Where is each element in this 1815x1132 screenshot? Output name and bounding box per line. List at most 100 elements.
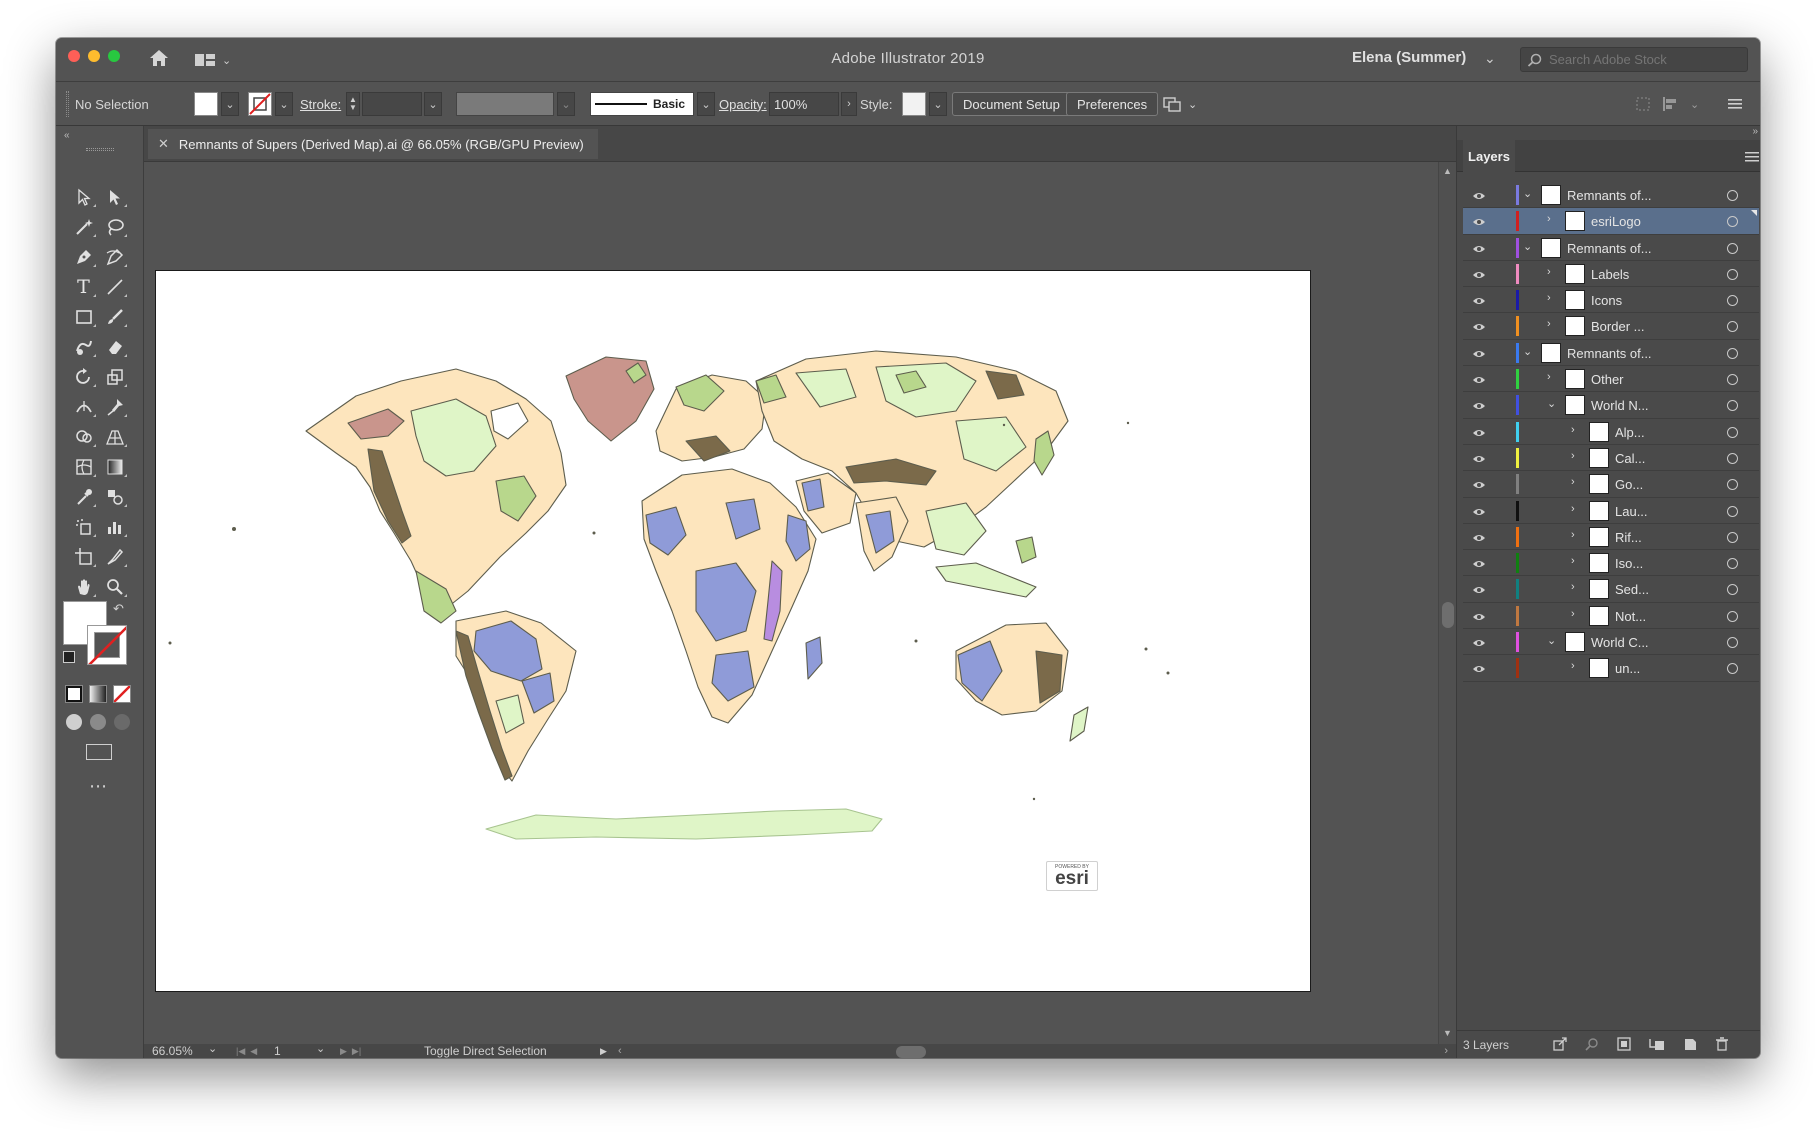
draw-normal-icon[interactable] <box>66 714 82 730</box>
panel-menu-icon[interactable] <box>1745 150 1759 168</box>
target-circle-icon[interactable] <box>1727 663 1738 675</box>
rectangle-tool-icon[interactable] <box>68 302 99 332</box>
target-circle-icon[interactable] <box>1727 268 1738 280</box>
scroll-left-icon[interactable]: ‹ <box>618 1044 622 1058</box>
chevron-down-icon[interactable]: ⌄ <box>316 1042 325 1055</box>
vertical-scrollbar[interactable]: ▲ ▼ <box>1438 162 1456 1044</box>
opacity-input[interactable]: 100% <box>769 92 839 116</box>
layer-name[interactable]: Remnants of... <box>1567 188 1652 203</box>
layer-name[interactable]: Rif... <box>1615 530 1642 545</box>
target-circle-icon[interactable] <box>1727 505 1738 517</box>
chevron-right-icon[interactable]: › <box>841 92 857 116</box>
visibility-eye-icon[interactable] <box>1472 268 1486 283</box>
chevron-down-icon[interactable]: ⌄ <box>221 92 239 116</box>
layer-row[interactable]: › Labels <box>1463 261 1759 288</box>
target-circle-icon[interactable] <box>1727 242 1738 254</box>
visibility-eye-icon[interactable] <box>1472 215 1486 230</box>
target-circle-icon[interactable] <box>1727 452 1738 464</box>
layer-name[interactable]: Iso... <box>1615 556 1643 571</box>
target-circle-icon[interactable] <box>1727 426 1738 438</box>
screen-mode-icon[interactable] <box>86 744 112 760</box>
magic-wand-tool-icon[interactable] <box>68 212 99 242</box>
delete-layer-icon[interactable] <box>1715 1037 1729 1051</box>
visibility-eye-icon[interactable] <box>1472 505 1486 520</box>
stroke-color-swatch[interactable] <box>87 625 127 665</box>
paintbrush-tool-icon[interactable] <box>99 302 130 332</box>
layer-name[interactable]: Icons <box>1591 293 1622 308</box>
chevron-right-icon[interactable]: › <box>1571 581 1575 593</box>
hand-tool-icon[interactable] <box>68 572 99 602</box>
world-geology-map[interactable] <box>156 271 1310 991</box>
curvature-tool-icon[interactable] <box>99 242 130 272</box>
toolbar-grip[interactable] <box>86 148 114 151</box>
chevron-down-icon[interactable]: ⌄ <box>275 92 293 116</box>
layer-name[interactable]: Border ... <box>1591 319 1644 334</box>
chevron-down-icon[interactable]: ⌄ <box>1523 345 1532 358</box>
artboard-tool-icon[interactable] <box>68 542 99 572</box>
default-fill-stroke-icon[interactable] <box>63 651 75 663</box>
edit-toolbar-icon[interactable]: ⋯ <box>89 776 108 797</box>
esri-logo[interactable]: POWERED BY esri <box>1046 861 1098 891</box>
visibility-eye-icon[interactable] <box>1472 610 1486 625</box>
chevron-right-icon[interactable]: › <box>1571 503 1575 515</box>
document-tab[interactable]: ✕ Remnants of Supers (Derived Map).ai @ … <box>148 129 598 159</box>
stock-search-box[interactable] <box>1520 47 1748 72</box>
selection-tool-icon[interactable] <box>68 182 99 212</box>
slice-tool-icon[interactable] <box>99 542 130 572</box>
panel-menu-icon[interactable] <box>1728 82 1742 126</box>
layer-row[interactable]: ⌄ Remnants of... <box>1463 235 1759 261</box>
target-circle-icon[interactable] <box>1727 374 1738 386</box>
target-circle-icon[interactable] <box>1727 558 1738 570</box>
eyedropper-tool-icon[interactable] <box>68 482 99 512</box>
chevron-down-icon[interactable]: ⌄ <box>1547 634 1556 647</box>
variable-width-profile[interactable]: ⌄ <box>456 82 575 126</box>
horizontal-scrollbar[interactable]: ‹ › <box>614 1044 1456 1058</box>
visibility-eye-icon[interactable] <box>1472 478 1486 493</box>
visibility-eye-icon[interactable] <box>1472 662 1486 677</box>
document-setup-button[interactable]: Document Setup <box>952 92 1071 116</box>
control-bar-grip[interactable] <box>66 82 71 126</box>
visibility-eye-icon[interactable] <box>1472 189 1486 204</box>
layers-tab[interactable]: Layers <box>1463 140 1515 172</box>
target-circle-icon[interactable] <box>1727 216 1738 228</box>
stroke-weight-input[interactable] <box>362 92 422 116</box>
blend-tool-icon[interactable] <box>99 482 130 512</box>
layer-name[interactable]: Alp... <box>1615 425 1645 440</box>
next-artboard-icon[interactable]: ▶ ▶| <box>340 1044 361 1058</box>
chevron-down-icon[interactable]: ⌄ <box>208 1042 217 1055</box>
puppet-warp-tool-icon[interactable] <box>99 392 130 422</box>
target-circle-icon[interactable] <box>1727 479 1738 491</box>
gradient-mode-icon[interactable] <box>89 685 107 703</box>
target-circle-icon[interactable] <box>1727 610 1738 622</box>
layer-name[interactable]: World N... <box>1591 398 1649 413</box>
width-tool-icon[interactable] <box>68 392 99 422</box>
chevron-down-icon[interactable]: ⌄ <box>424 92 442 116</box>
chevron-down-icon[interactable]: ⌄ <box>697 92 715 116</box>
visibility-eye-icon[interactable] <box>1472 426 1486 441</box>
target-circle-icon[interactable] <box>1727 347 1738 359</box>
stroke-label[interactable]: Stroke: <box>300 82 341 126</box>
scroll-right-icon[interactable]: › <box>1444 1044 1448 1058</box>
chevron-right-icon[interactable]: › <box>1547 292 1551 304</box>
chevron-right-icon[interactable]: › <box>1571 608 1575 620</box>
layer-row[interactable]: › Other <box>1463 366 1759 393</box>
layer-row[interactable]: › un... <box>1463 655 1759 682</box>
draw-behind-icon[interactable] <box>90 714 106 730</box>
stroke-color-control[interactable]: ⌄ <box>248 82 293 126</box>
graphic-style-control[interactable]: ⌄ <box>902 82 947 126</box>
chevron-right-icon[interactable]: › <box>1571 450 1575 462</box>
lasso-tool-icon[interactable] <box>99 212 130 242</box>
pen-tool-icon[interactable] <box>68 242 99 272</box>
shape-builder-tool-icon[interactable] <box>68 422 99 452</box>
scroll-down-icon[interactable]: ▼ <box>1443 1028 1452 1038</box>
layer-name[interactable]: World C... <box>1591 635 1649 650</box>
stepper-icon[interactable]: ▲ ▼ <box>346 92 360 116</box>
preferences-button[interactable]: Preferences <box>1066 92 1159 116</box>
user-account-menu[interactable]: Elena (Summer) <box>1352 49 1466 66</box>
layer-row[interactable]: › Lau... <box>1463 498 1759 524</box>
arrange-documents-button[interactable]: ⌄ <box>1162 82 1197 126</box>
new-layer-icon[interactable] <box>1683 1037 1697 1051</box>
target-circle-icon[interactable] <box>1727 637 1738 649</box>
layer-name[interactable]: Other <box>1591 372 1624 387</box>
chevron-down-icon[interactable]: ⌄ <box>1547 397 1556 410</box>
